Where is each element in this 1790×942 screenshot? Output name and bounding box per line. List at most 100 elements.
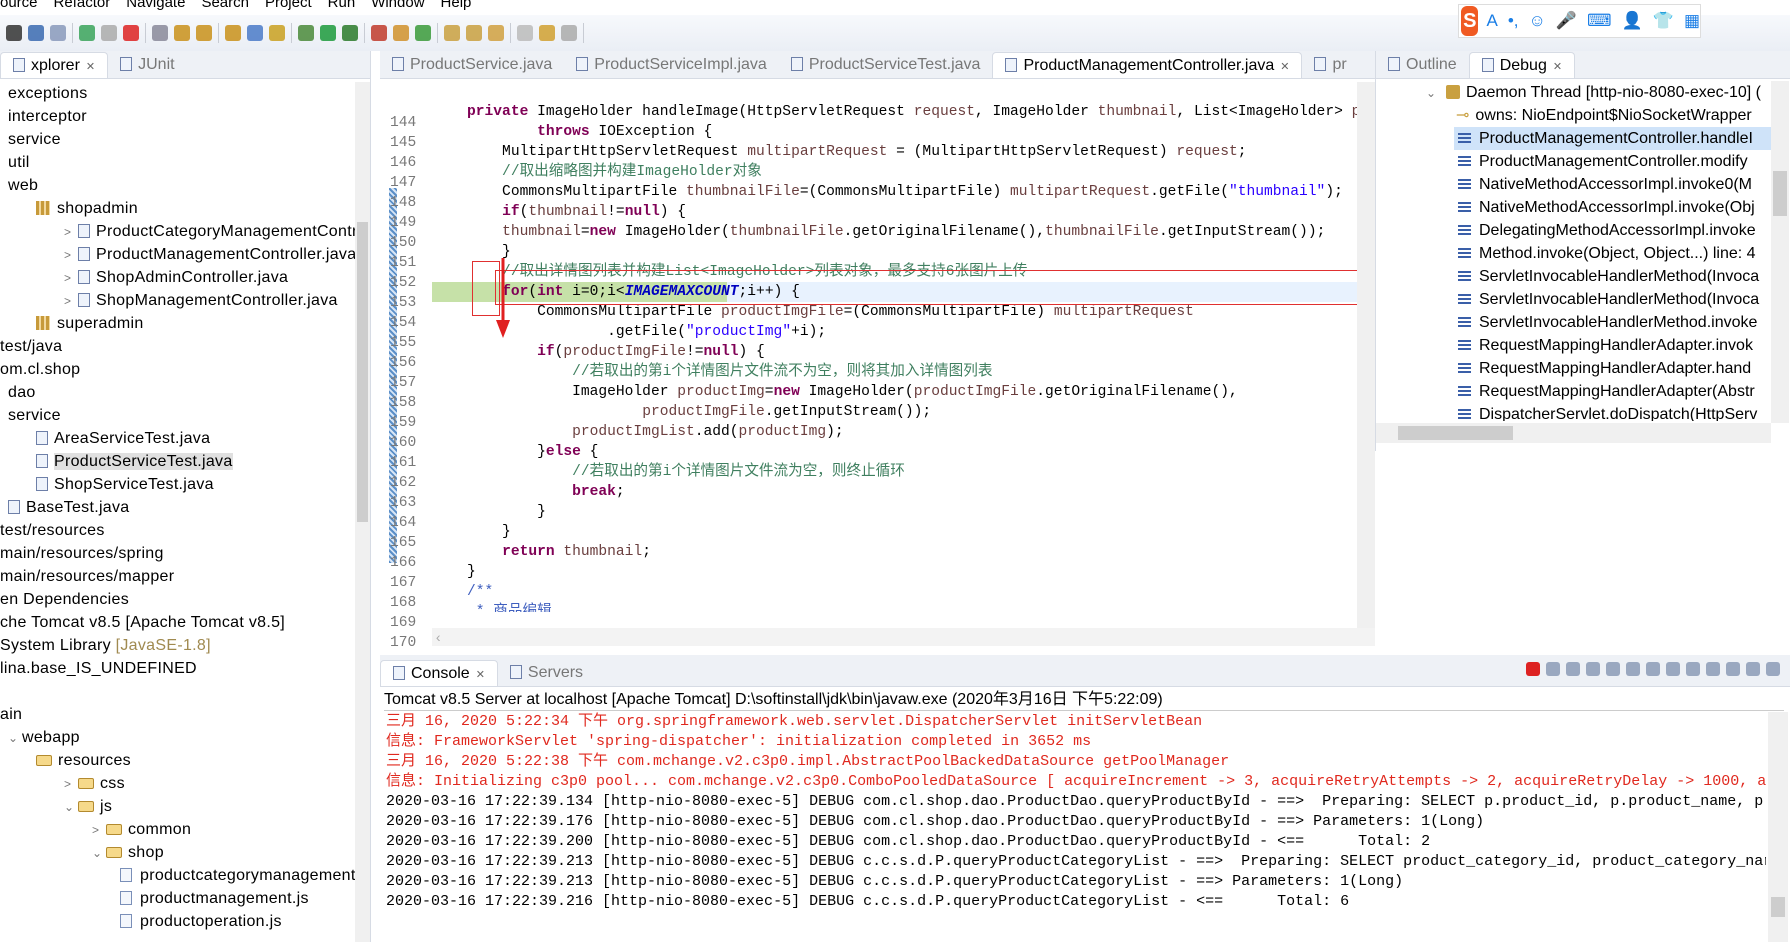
debug-owns[interactable]: ⊸ owns: NioEndpoint$NioSocketWrapper	[1376, 104, 1771, 127]
tree-item[interactable]: AreaServiceTest.java	[0, 427, 355, 450]
ime-item-6[interactable]: 👕	[1653, 11, 1674, 31]
stack-frame[interactable]: Method.invoke(Object, Object...) line: 4	[1454, 242, 1771, 265]
terminate-icon[interactable]	[1526, 662, 1540, 676]
close-icon[interactable]: ✕	[86, 61, 95, 73]
tree-item[interactable]: System Library [JavaSE-1.8]	[0, 634, 355, 657]
code-line[interactable]: if(productImgFile!=null) {	[432, 342, 1375, 362]
ime-item-4[interactable]: ⌨	[1587, 11, 1612, 31]
tree-item[interactable]	[0, 680, 355, 703]
terminate-icon[interactable]	[123, 25, 139, 41]
open-task-icon[interactable]	[466, 25, 482, 41]
use-step-filters-icon[interactable]	[269, 25, 285, 41]
ime-item-2[interactable]: ☺	[1529, 11, 1546, 31]
new-package-icon[interactable]	[393, 25, 409, 41]
tab-pr[interactable]: pr	[1302, 52, 1358, 78]
chevron-down-icon[interactable]: ⌄	[1426, 82, 1440, 104]
stack-frame[interactable]: ServletInvocableHandlerMethod(Invoca	[1454, 265, 1771, 288]
word-wrap-icon[interactable]	[1626, 662, 1640, 676]
stack-frame[interactable]: ServletInvocableHandlerMethod.invoke	[1454, 311, 1771, 334]
tree-item[interactable]: util	[0, 151, 355, 174]
open-type-icon[interactable]	[444, 25, 460, 41]
code-line[interactable]: if(thumbnail!=null) {	[432, 202, 1375, 222]
menu-1[interactable]: Refactor	[54, 0, 111, 11]
tree-item[interactable]: > common	[0, 818, 355, 841]
stack-frame[interactable]: ProductManagementController.modify	[1454, 150, 1771, 173]
tree-item[interactable]: service	[0, 128, 355, 151]
code-line[interactable]	[432, 82, 1375, 102]
open-console-icon[interactable]	[1726, 662, 1740, 676]
pin-console-icon[interactable]	[1686, 662, 1700, 676]
ime-item-1[interactable]: •,	[1508, 11, 1519, 31]
console-icon[interactable]	[28, 25, 44, 41]
remove-all-icon[interactable]	[1566, 662, 1580, 676]
code-line[interactable]: productImgFile.getInputStream());	[432, 402, 1375, 422]
stack-frame[interactable]: ProductManagementController.handleI	[1454, 127, 1771, 150]
code-area[interactable]: private ImageHolder handleImage(HttpServ…	[432, 82, 1375, 612]
close-icon[interactable]: ✕	[1553, 61, 1562, 73]
external-tools-icon[interactable]	[371, 25, 387, 41]
debug-vscrollbar-thumb[interactable]	[1773, 171, 1787, 216]
tree-scrollbar[interactable]	[355, 82, 370, 942]
menu-0[interactable]: ource	[0, 0, 38, 11]
code-line[interactable]: .getFile("productImg"+i);	[432, 322, 1375, 342]
tree-item[interactable]: > ProductCategoryManagementController.jav…	[0, 220, 355, 243]
tree-item[interactable]: > ShopManagementController.java	[0, 289, 355, 312]
drop-to-frame-icon[interactable]	[247, 25, 263, 41]
menu-2[interactable]: Navigate	[126, 0, 185, 11]
run-icon[interactable]	[320, 25, 336, 41]
code-line[interactable]: ImageHolder productImg=new ImageHolder(p…	[432, 382, 1375, 402]
tree-item[interactable]: ⌄ shop	[0, 841, 355, 864]
show-on-stdout-icon[interactable]	[1646, 662, 1660, 676]
editor-vscrollbar[interactable]	[1357, 82, 1375, 628]
tree-item[interactable]: productoperation.js	[0, 910, 355, 933]
back-icon[interactable]	[539, 25, 555, 41]
code-line[interactable]: /**	[432, 582, 1375, 602]
code-line[interactable]: private ImageHolder handleImage(HttpServ…	[432, 102, 1375, 122]
chevron-right-icon[interactable]: >	[64, 267, 78, 290]
code-line[interactable]: }else {	[432, 442, 1375, 462]
close-icon[interactable]: ✕	[1280, 61, 1289, 73]
clear-console-icon[interactable]	[1586, 662, 1600, 676]
chevron-right-icon[interactable]: >	[92, 819, 106, 842]
close-icon[interactable]: ✕	[476, 669, 485, 681]
chevron-right-icon[interactable]: >	[64, 221, 78, 244]
tree-item[interactable]: lina.base_IS_UNDEFINED	[0, 657, 355, 680]
console-output[interactable]: 三月 16, 2020 5:22:34 下午 org.springframewo…	[386, 712, 1766, 942]
tree-item[interactable]: om.cl.shop	[0, 358, 355, 381]
maximize-icon[interactable]	[1766, 662, 1780, 676]
code-line[interactable]: }	[432, 242, 1375, 262]
chevron-right-icon[interactable]: >	[64, 244, 78, 267]
tree-item[interactable]: dao	[0, 381, 355, 404]
code-line[interactable]: //若取出的第i个详情图片文件流不为空，则将其加入详情图列表	[432, 362, 1375, 382]
tab-productmanagementcontroller-java[interactable]: ProductManagementController.java ✕	[992, 52, 1303, 78]
chevron-down-icon[interactable]: ⌄	[8, 727, 22, 750]
tree-item[interactable]: test/java	[0, 335, 355, 358]
code-line[interactable]: return thumbnail;	[432, 542, 1375, 562]
debug-thread[interactable]: ⌄ Daemon Thread [http-nio-8080-exec-10] (	[1376, 81, 1771, 104]
tree-item[interactable]: ⌄ js	[0, 795, 355, 818]
console-vscrollbar[interactable]	[1768, 712, 1788, 942]
tree-item[interactable]: che Tomcat v8.5 [Apache Tomcat v8.5]	[0, 611, 355, 634]
code-line[interactable]: break;	[432, 482, 1375, 502]
tab-productserviceimpl-java[interactable]: ProductServiceImpl.java	[564, 52, 779, 78]
code-line[interactable]: productImgList.add(productImg);	[432, 422, 1375, 442]
code-line[interactable]: throws IOException {	[432, 122, 1375, 142]
stack-frame[interactable]: DelegatingMethodAccessorImpl.invoke	[1454, 219, 1771, 242]
menu-4[interactable]: Project	[265, 0, 312, 11]
code-line[interactable]: }	[432, 562, 1375, 582]
chevron-down-icon[interactable]: ⌄	[64, 796, 78, 819]
annotation-icon[interactable]	[488, 25, 504, 41]
tab-debug[interactable]: Debug ✕	[1468, 52, 1576, 78]
tree-item[interactable]: web	[0, 174, 355, 197]
tab-productservicetest-java[interactable]: ProductServiceTest.java	[779, 52, 993, 78]
step-over-icon[interactable]	[196, 25, 212, 41]
stack-frame[interactable]: RequestMappingHandlerAdapter(Abstr	[1454, 380, 1771, 403]
tab-xplorer[interactable]: xplorer ✕	[0, 52, 109, 78]
debug-vscrollbar[interactable]	[1771, 81, 1789, 423]
new-class-icon[interactable]	[415, 25, 431, 41]
stack-frame[interactable]: RequestMappingHandlerAdapter.hand	[1454, 357, 1771, 380]
chevron-right-icon[interactable]: >	[64, 773, 78, 796]
tab-console[interactable]: Console ✕	[380, 660, 498, 686]
tree-item[interactable]: service	[0, 404, 355, 427]
code-line[interactable]: }	[432, 502, 1375, 522]
